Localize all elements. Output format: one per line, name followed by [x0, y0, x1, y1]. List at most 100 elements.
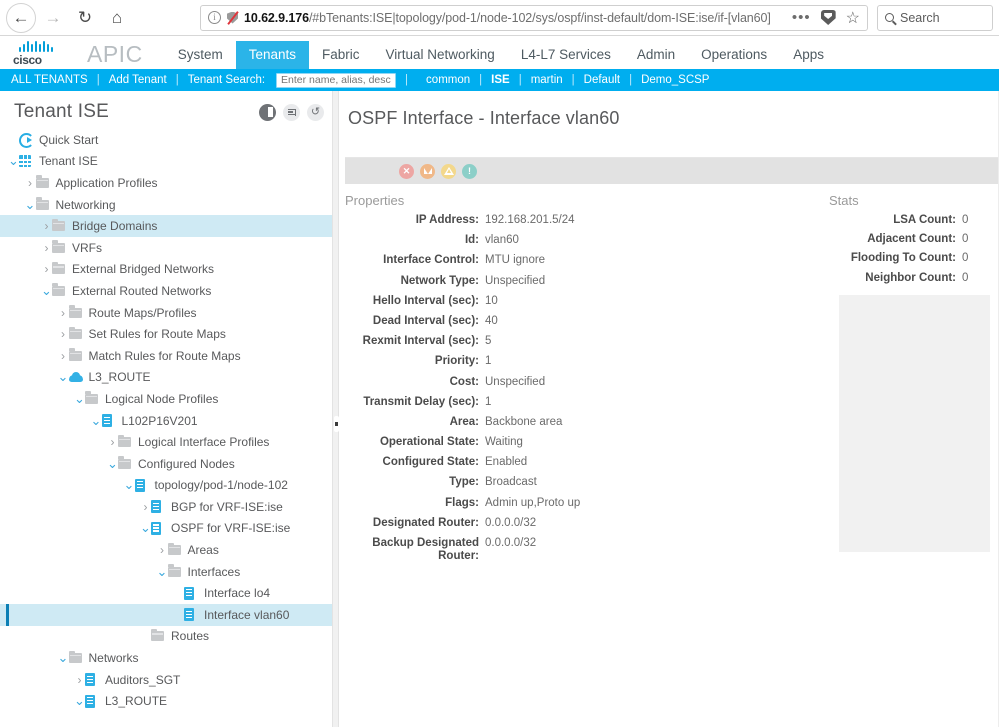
tree-item[interactable]: ⌄ Interfaces	[0, 561, 332, 583]
tree-item[interactable]: › BGP for VRF-ISE:ise	[0, 496, 332, 518]
tree-item[interactable]: Routes	[0, 626, 332, 648]
pocket-icon[interactable]	[820, 10, 836, 25]
tenant-link-martin[interactable]: martin	[522, 74, 572, 86]
tree-item[interactable]: › Route Maps/Profiles	[0, 302, 332, 324]
nav-item-tenants[interactable]: Tenants	[235, 41, 309, 69]
sidebar-title: Tenant ISE	[14, 101, 109, 122]
tree-item[interactable]: › Match Rules for Route Maps	[0, 345, 332, 367]
stat-value: 0	[962, 252, 969, 265]
info-alert-icon[interactable]: !	[462, 163, 477, 179]
search-placeholder: Search	[900, 10, 940, 25]
tree-item-label: Match Rules for Route Maps	[88, 348, 241, 363]
all-tenants-link[interactable]: ALL TENANTS	[11, 74, 97, 86]
folder-icon	[35, 175, 51, 188]
navigation-tree: Quick Start ⌄ Tenant ISE › Application Profi…	[0, 129, 332, 712]
nav-item-fabric[interactable]: Fabric	[309, 41, 373, 69]
property-label: Interface Control:	[383, 254, 479, 267]
tree-item[interactable]: Interface lo4	[0, 582, 332, 604]
back-icon[interactable]: ←	[6, 2, 36, 33]
tree-item[interactable]: Interface vlan60	[0, 604, 332, 626]
chevron-right-icon[interactable]: ›	[58, 307, 69, 319]
tree-item[interactable]: › Bridge Domains	[0, 215, 332, 237]
chevron-right-icon[interactable]: ›	[157, 544, 168, 556]
tree-item[interactable]: ⌄ L102P16V201	[0, 410, 332, 432]
address-bar[interactable]: i 10.62.9.176/#bTenants:ISE|topology/pod…	[200, 4, 868, 31]
major-alert-icon[interactable]	[420, 163, 435, 179]
chevron-down-icon[interactable]: ⌄	[124, 478, 135, 491]
tree-item[interactable]: › External Bridged Networks	[0, 259, 332, 281]
chevron-right-icon[interactable]: ›	[41, 220, 52, 232]
chevron-down-icon[interactable]: ⌄	[74, 392, 85, 405]
forward-icon[interactable]: →	[38, 3, 68, 33]
nav-item-l4-l7-services[interactable]: L4-L7 Services	[508, 41, 624, 69]
collapse-all-icon[interactable]	[283, 103, 300, 121]
bookmark-star-icon[interactable]: ☆	[846, 8, 860, 28]
property-row: Dead Interval (sec): 40	[345, 315, 829, 328]
page-info-icon[interactable]: i	[208, 11, 221, 24]
tree-item[interactable]: › Auditors_SGT	[0, 669, 332, 691]
chevron-right-icon[interactable]: ›	[107, 436, 118, 448]
browser-search-box[interactable]: Search	[877, 4, 993, 31]
folder-icon	[167, 564, 183, 577]
nav-item-admin[interactable]: Admin	[624, 41, 688, 69]
nav-item-apps[interactable]: Apps	[780, 41, 837, 69]
tree-item[interactable]: ⌄ Logical Node Profiles	[0, 388, 332, 410]
chevron-down-icon[interactable]: ⌄	[25, 198, 36, 211]
chevron-down-icon[interactable]: ⌄	[58, 651, 69, 664]
tenant-link-common[interactable]: common	[417, 74, 479, 86]
page-actions-icon[interactable]: •••	[792, 9, 811, 26]
chevron-right-icon[interactable]: ›	[58, 328, 69, 340]
chevron-right-icon[interactable]: ›	[140, 501, 151, 513]
tree-item[interactable]: ⌄ OSPF for VRF-ISE:ise	[0, 518, 332, 540]
home-icon[interactable]: ⌂	[102, 3, 132, 33]
critical-alert-icon[interactable]: ✕	[399, 163, 414, 179]
chevron-right-icon[interactable]: ›	[58, 350, 69, 362]
tree-item-label: Set Rules for Route Maps	[88, 327, 226, 342]
tree-item[interactable]: › Areas	[0, 539, 332, 561]
tree-item[interactable]: ⌄ Networking	[0, 194, 332, 216]
chevron-right-icon[interactable]: ›	[74, 674, 85, 686]
tenant-search-input[interactable]	[276, 72, 397, 88]
tree-item[interactable]: ⌄ L3_ROUTE	[0, 690, 332, 712]
tree-item[interactable]: ⌄ topology/pod-1/node-102	[0, 475, 332, 497]
tree-item[interactable]: › VRFs	[0, 237, 332, 259]
tree-item-label: VRFs	[72, 240, 102, 255]
chevron-down-icon[interactable]: ⌄	[91, 414, 102, 427]
stat-label: Flooding To Count:	[850, 252, 956, 265]
chevron-down-icon[interactable]: ⌄	[41, 284, 52, 297]
tenant-link-ise[interactable]: ISE	[482, 74, 519, 86]
tenant-link-default[interactable]: Default	[575, 74, 629, 86]
chevron-down-icon[interactable]: ⌄	[140, 521, 151, 534]
tree-item[interactable]: ⌄ L3_ROUTE	[0, 367, 332, 389]
minor-alert-icon[interactable]	[441, 163, 456, 179]
refresh-icon[interactable]: ↺	[307, 103, 324, 121]
chevron-right-icon[interactable]: ›	[41, 263, 52, 275]
tree-item[interactable]: ⌄ External Routed Networks	[0, 280, 332, 302]
reload-icon[interactable]: ↻	[70, 3, 100, 33]
tree-item[interactable]: ⌄ Tenant ISE	[0, 151, 332, 173]
sidebar-resize-divider[interactable]	[332, 91, 339, 727]
nav-item-operations[interactable]: Operations	[688, 41, 780, 69]
chevron-down-icon[interactable]: ⌄	[107, 457, 118, 470]
folder-icon	[35, 197, 51, 210]
nav-item-system[interactable]: System	[165, 41, 236, 69]
chevron-down-icon[interactable]: ⌄	[58, 370, 69, 383]
tree-item[interactable]: › Set Rules for Route Maps	[0, 323, 332, 345]
tree-item[interactable]: › Application Profiles	[0, 172, 332, 194]
quick-start-toggle-icon[interactable]	[259, 103, 276, 121]
nav-item-virtual-networking[interactable]: Virtual Networking	[373, 41, 508, 69]
tenant-link-demo-scsp[interactable]: Demo_SCSP	[632, 74, 718, 86]
tree-item[interactable]: › Logical Interface Profiles	[0, 431, 332, 453]
chevron-right-icon[interactable]: ›	[41, 242, 52, 254]
folder-icon	[85, 391, 100, 404]
tree-item[interactable]: ⌄ Configured Nodes	[0, 453, 332, 475]
chevron-down-icon[interactable]: ⌄	[8, 154, 19, 167]
tree-item[interactable]: ⌄ Networks	[0, 647, 332, 669]
tree-item[interactable]: Quick Start	[0, 129, 332, 151]
chevron-right-icon[interactable]: ›	[25, 177, 36, 189]
tree-item-label: Bridge Domains	[72, 219, 158, 234]
chevron-down-icon[interactable]: ⌄	[74, 694, 85, 707]
add-tenant-link[interactable]: Add Tenant	[100, 74, 176, 86]
cisco-logo-icon[interactable]: cisco	[11, 39, 73, 69]
chevron-down-icon[interactable]: ⌄	[157, 565, 168, 578]
